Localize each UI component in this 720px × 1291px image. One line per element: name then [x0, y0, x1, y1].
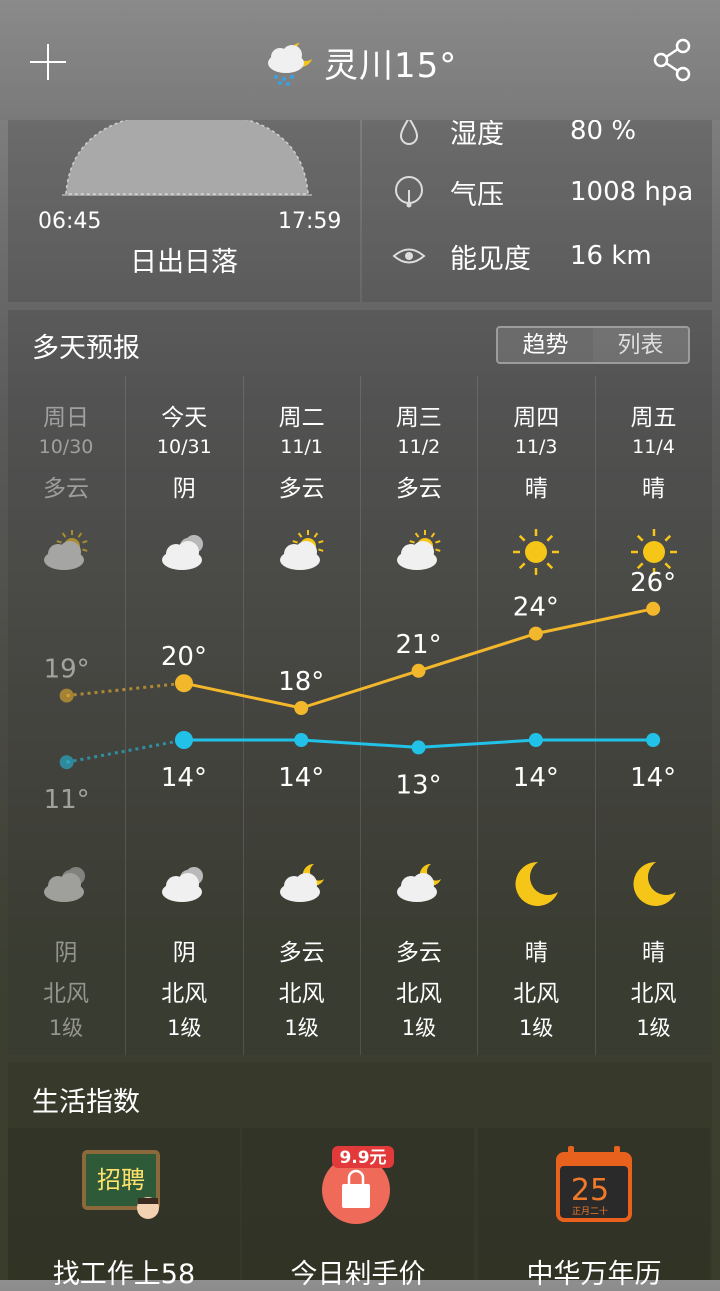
high-temp-label: 18° — [278, 667, 324, 697]
low-temp-label: 14° — [513, 763, 559, 793]
share-icon[interactable] — [652, 38, 692, 82]
sunrise-sunset-label: 日出日落 — [130, 247, 238, 278]
low-temp-point — [528, 733, 543, 747]
weather-stats-panel: 湿度 80 % 气压 1008 hpa 能见度 16 km — [362, 116, 712, 302]
sunrise-time: 06:45 — [38, 209, 102, 234]
city-title: 灵川15° — [324, 45, 458, 86]
high-temp-label: 26° — [630, 568, 676, 598]
temperature-trend-chart: 19° 20° 18° 21° 24° 26° 11° 14° 14° 13° 14° 14° — [44, 568, 677, 815]
life-index-panel: 生活指数 招聘 找工作上58 9.9元 今日剁手价 25 正月二十 中华万年历 — [8, 1062, 712, 1290]
low-temp-segment — [66, 738, 185, 764]
life-tile-jobs[interactable]: 招聘 找工作上58 — [8, 1128, 240, 1290]
low-temp-point — [174, 731, 193, 749]
visibility-icon — [392, 248, 426, 264]
calendar-icon: 25 正月二十 — [556, 1146, 632, 1222]
forecast-title: 多天预报 — [32, 333, 140, 364]
city-title-group[interactable]: 灵川15° — [262, 34, 457, 90]
humidity-value: 80 % — [570, 116, 637, 146]
sun-arc-graphic — [62, 112, 312, 196]
low-temp-label: 13° — [396, 770, 442, 800]
recruit-board-icon: 招聘 — [82, 1150, 160, 1219]
calendar-lunar-text: 正月二十 — [572, 1205, 608, 1217]
high-temp-segment — [66, 681, 185, 698]
low-temp-label: 14° — [278, 763, 324, 793]
high-temp-label: 19° — [44, 655, 90, 685]
high-temp-point — [528, 626, 543, 641]
low-temp-label: 14° — [630, 763, 676, 793]
visibility-label: 能见度 — [450, 243, 531, 275]
multi-day-forecast-panel: 多天预报 趋势 列表 周日 10/30 多云阴北风 1级 今天 10/31 阴阴北风 1级 周二… — [8, 310, 712, 1055]
view-toggle: 趋势 列表 — [496, 326, 690, 364]
life-index-title: 生活指数 — [32, 1087, 140, 1118]
stat-row-pressure: 气压 1008 hpa — [362, 167, 712, 217]
life-tile-calendar-label: 中华万年历 — [526, 1259, 662, 1290]
deal-badge-text: 9.9元 — [339, 1148, 386, 1168]
low-temp-point — [646, 733, 661, 747]
life-tile-deals[interactable]: 9.9元 今日剁手价 — [242, 1128, 474, 1290]
shopping-bag-icon: 9.9元 — [322, 1146, 394, 1224]
high-temp-point — [59, 688, 74, 703]
high-temp-point — [646, 601, 661, 616]
low-temp-segment — [418, 738, 536, 749]
low-temp-label: 14° — [161, 763, 207, 793]
low-temp-point — [294, 733, 309, 747]
high-temp-point — [174, 674, 193, 693]
high-temp-point — [411, 663, 426, 678]
life-tile-calendar[interactable]: 25 正月二十 中华万年历 — [478, 1128, 710, 1290]
life-tile-jobs-label: 找工作上58 — [52, 1259, 196, 1290]
low-temp-segment — [301, 738, 419, 749]
high-temp-label: 24° — [513, 593, 559, 623]
pressure-icon — [395, 176, 423, 208]
cloud-rain-moon-icon — [268, 43, 312, 86]
stat-row-visibility: 能见度 16 km — [362, 231, 712, 281]
recruit-badge-text: 招聘 — [97, 1166, 145, 1194]
sunset-time: 17:59 — [278, 209, 342, 234]
low-temp-label: 11° — [44, 785, 90, 815]
high-temp-label: 21° — [396, 630, 442, 660]
visibility-value: 16 km — [570, 241, 652, 271]
low-temp-point — [59, 755, 74, 770]
toggle-trend-button[interactable]: 趋势 — [498, 328, 593, 362]
pressure-label: 气压 — [450, 179, 504, 211]
low-temp-point — [411, 740, 426, 755]
toggle-list-button[interactable]: 列表 — [593, 328, 688, 362]
high-temp-point — [294, 701, 309, 715]
pressure-value: 1008 hpa — [570, 177, 694, 207]
forecast-columns: 周日 10/30 多云阴北风 1级 今天 10/31 阴阴北风 1级 周二 11/1 多云 多云 北风 1… — [8, 376, 712, 1055]
high-temp-label: 20° — [161, 642, 207, 672]
calendar-day-text: 25 — [571, 1173, 609, 1208]
life-tile-deals-label: 今日剁手价 — [290, 1259, 426, 1290]
add-city-icon[interactable] — [26, 40, 70, 84]
top-bar: 灵川15° — [0, 0, 720, 120]
sunrise-sunset-panel: 06:45 17:59 日出日落 — [8, 112, 360, 302]
